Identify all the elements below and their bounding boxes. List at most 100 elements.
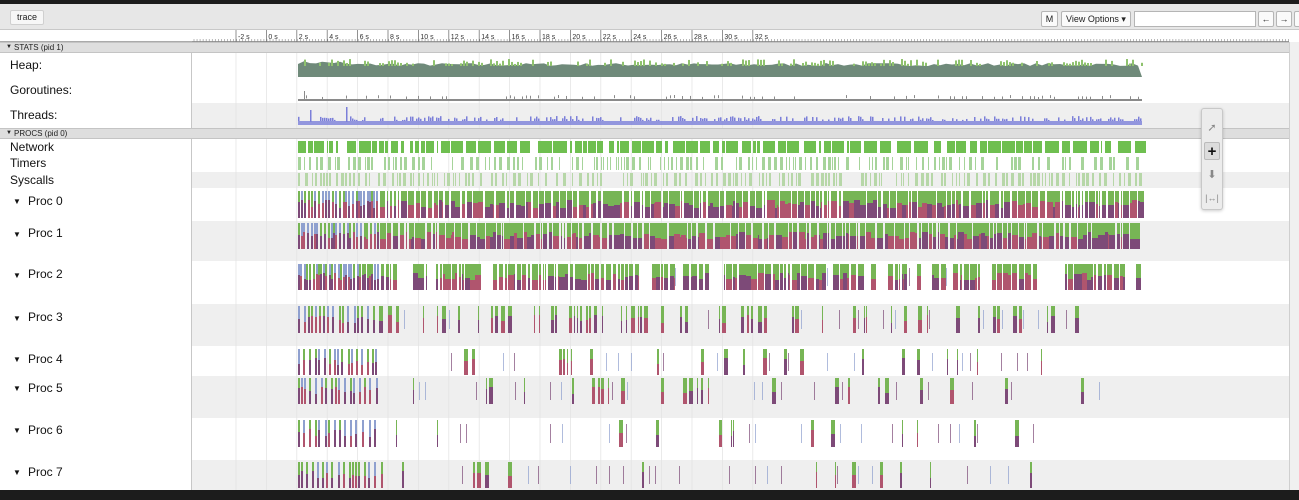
proc-slice-bottom xyxy=(822,320,823,333)
syscall-event xyxy=(861,173,864,186)
proc-slice-bottom xyxy=(1121,237,1122,249)
proc-slice-bottom xyxy=(367,201,369,218)
proc-slice-top xyxy=(1104,264,1106,275)
expand-caret-icon[interactable]: ▼ xyxy=(13,271,21,280)
heap-track[interactable]: Heap: xyxy=(0,53,1289,77)
stats-section-header[interactable]: ▼ STATS (pid 1) xyxy=(0,42,1289,53)
proc-slice-bottom xyxy=(878,387,880,404)
heap-alloc-spike xyxy=(1105,59,1107,66)
proc-slice-bottom xyxy=(1076,204,1077,218)
expand-caret-icon[interactable]: ▼ xyxy=(13,314,21,323)
toolbar-edge-button[interactable] xyxy=(1294,11,1299,27)
time-ruler[interactable]: -2 s0 s2 s4 s6 s8 s 10 s 12 s 14 s 16 s 18 s2… xyxy=(192,30,1289,42)
zoom-arrow-icon[interactable]: ⬇ xyxy=(1204,166,1220,184)
proc-slice-bottom xyxy=(681,201,682,218)
proc-slice-thin xyxy=(755,424,756,443)
proc-slice-bottom xyxy=(683,393,687,404)
view-options-button[interactable]: View Options ▾ xyxy=(1061,11,1131,27)
collapse-caret-icon: ▼ xyxy=(6,130,12,136)
proc-slice-top xyxy=(376,378,378,388)
proc-1-track[interactable]: ▼ Proc 1 xyxy=(0,221,1289,261)
network-event xyxy=(656,141,662,153)
proc-slice-bottom xyxy=(581,280,587,290)
proc-3-track[interactable]: ▼ Proc 3 xyxy=(0,304,1289,346)
pan-cross-icon[interactable]: + xyxy=(1204,142,1220,160)
proc-slice-top xyxy=(751,306,753,319)
goroutines-track[interactable]: Goroutines: xyxy=(0,77,1289,103)
proc-slice-top xyxy=(778,191,779,207)
proc-slice-bottom xyxy=(866,317,867,333)
proc-slice-bottom xyxy=(510,236,514,249)
proc-slice-bottom xyxy=(654,203,655,218)
threads-spike xyxy=(1020,116,1022,121)
proc-slice-bottom xyxy=(805,205,810,218)
timer-event xyxy=(1014,157,1017,170)
proc-slice-bottom xyxy=(320,236,322,249)
proc-slice-top xyxy=(967,223,972,239)
heap-alloc-spike xyxy=(1072,62,1074,66)
vertical-scrollbar[interactable] xyxy=(1289,42,1299,494)
proc-2-track[interactable]: ▼ Proc 2 xyxy=(0,261,1289,304)
proc-slice-top xyxy=(950,378,954,390)
expand-caret-icon[interactable]: ▼ xyxy=(13,197,21,206)
proc-slice-bottom xyxy=(439,235,445,249)
proc-slice-top xyxy=(545,264,546,280)
proc-0-track[interactable]: ▼ Proc 0 xyxy=(0,188,1289,221)
proc-7-track[interactable]: ▼ Proc 7 xyxy=(0,460,1289,494)
goroutines-spike xyxy=(950,96,951,100)
threads-spike xyxy=(1134,119,1136,121)
network-event xyxy=(914,141,928,153)
proc-slice-bottom xyxy=(437,316,438,333)
expand-caret-icon[interactable]: ▼ xyxy=(13,468,21,477)
timer-event xyxy=(572,157,573,170)
proc-4-track[interactable]: ▼ Proc 4 xyxy=(0,346,1289,376)
proc-slice-top xyxy=(1108,223,1109,234)
proc-slice-bottom xyxy=(543,280,544,290)
proc-slice-bottom xyxy=(307,233,309,249)
proc-slice-top xyxy=(443,264,445,274)
ruler-tick-label: 32 s xyxy=(755,34,769,41)
proc-slice-bottom xyxy=(440,278,442,290)
threads-spike xyxy=(930,117,932,121)
procs-section-header[interactable]: ▼ PROCS (pid 0) xyxy=(0,128,1289,139)
timer-event xyxy=(981,157,984,170)
proc-slice-top xyxy=(338,264,340,278)
proc-slice-top xyxy=(402,462,404,471)
proc-slice-thin xyxy=(528,466,529,484)
proc-6-track[interactable]: ▼ Proc 6 xyxy=(0,418,1289,460)
proc-slice-top xyxy=(309,264,311,280)
proc-slice-top xyxy=(947,191,951,205)
proc-5-track[interactable]: ▼ Proc 5 xyxy=(0,376,1289,418)
goroutines-spike xyxy=(750,96,751,100)
proc-slice-bottom xyxy=(821,202,822,218)
proc-slice-top xyxy=(1019,306,1022,319)
proc-slice-bottom xyxy=(767,238,768,249)
proc-slice-bottom xyxy=(478,320,479,333)
find-next-button[interactable]: → xyxy=(1276,11,1292,27)
proc-slice-top xyxy=(442,306,446,319)
proc-slice-thin xyxy=(663,353,664,371)
select-cursor-icon[interactable]: ➚ xyxy=(1204,119,1220,137)
expand-caret-icon[interactable]: ▼ xyxy=(13,230,21,239)
expand-caret-icon[interactable]: ▼ xyxy=(13,355,21,364)
proc-slice-bottom xyxy=(318,275,320,290)
proc-slice-top xyxy=(843,223,845,236)
find-prev-button[interactable]: ← xyxy=(1258,11,1274,27)
timing-icon[interactable]: |↔| xyxy=(1204,189,1220,207)
proc-slice-top xyxy=(1130,223,1136,239)
expand-caret-icon[interactable]: ▼ xyxy=(13,426,21,435)
proc-slice-top xyxy=(1091,264,1093,277)
expand-caret-icon[interactable]: ▼ xyxy=(13,384,21,393)
metadata-button[interactable]: M xyxy=(1041,11,1058,27)
proc-slice-top xyxy=(642,191,643,205)
syscalls-track[interactable]: Syscalls xyxy=(0,172,1289,188)
proc-slice-bottom xyxy=(964,234,967,249)
timers-track[interactable]: Timers xyxy=(0,155,1289,172)
timer-event xyxy=(834,157,836,170)
syscall-event xyxy=(538,173,539,186)
network-track[interactable]: Network xyxy=(0,139,1289,155)
proc-slice-top xyxy=(609,223,612,235)
ruler-tick-label: 12 s xyxy=(451,34,465,41)
search-input[interactable] xyxy=(1134,11,1256,27)
threads-track[interactable]: Threads: xyxy=(0,103,1289,129)
